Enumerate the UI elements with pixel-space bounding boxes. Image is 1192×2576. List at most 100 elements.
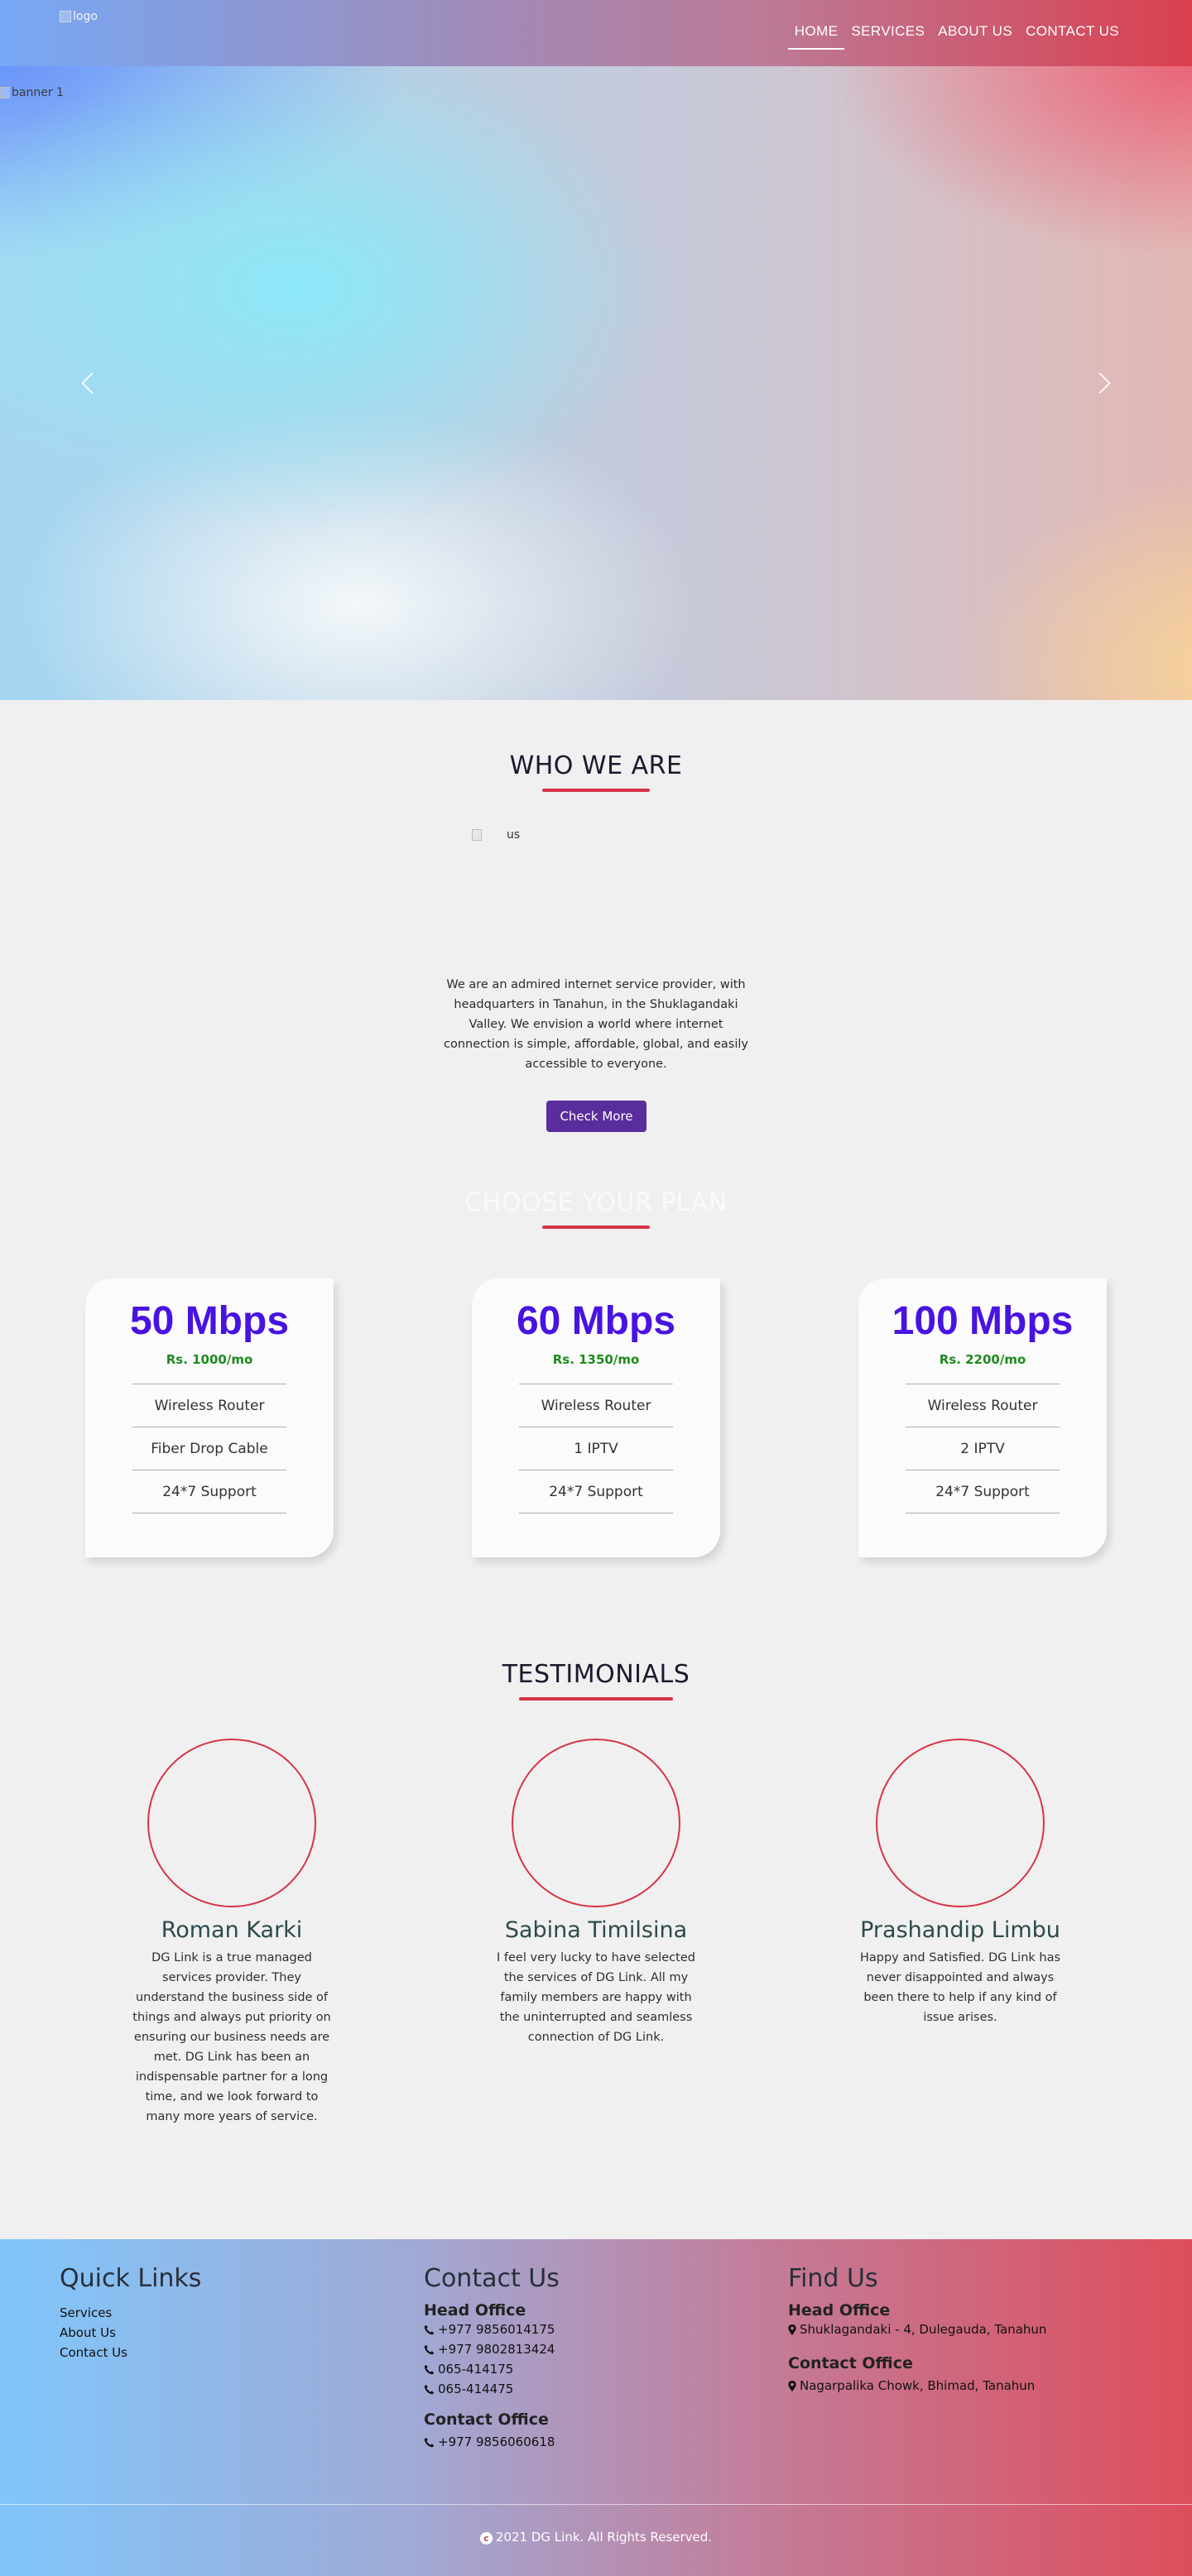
- nav-services[interactable]: SERVICES: [844, 23, 931, 50]
- testimonial-text: Happy and Satisfied. DG Link has never d…: [859, 1951, 1061, 2024]
- phone-icon: [424, 2364, 435, 2375]
- plan-card[interactable]: 100 Mbps Rs. 2200/mo Wireless Router 2 I…: [858, 1278, 1107, 1557]
- avatar: [147, 1739, 316, 1907]
- title-underline: [519, 1697, 673, 1701]
- plan-feature: 24*7 Support: [906, 1470, 1060, 1513]
- phone-number: 065-414175: [438, 2362, 514, 2377]
- main-nav: HOME SERVICES ABOUT US CONTACT US: [787, 23, 1126, 50]
- footer-link-services[interactable]: Services: [60, 2303, 201, 2323]
- check-more-button[interactable]: Check More: [546, 1101, 646, 1132]
- logo[interactable]: logo: [60, 10, 98, 23]
- banner-image: banner 1: [0, 86, 64, 99]
- phone-icon: [424, 2344, 435, 2355]
- footer-link-about-us[interactable]: About Us: [60, 2323, 201, 2343]
- contact-office-label: Contact Office: [788, 2354, 913, 2372]
- title-underline: [542, 1226, 650, 1229]
- phone-icon: [424, 2384, 435, 2395]
- plans-section: CHOOSE YOUR PLAN 50 Mbps Rs. 1000/mo Wir…: [0, 1180, 1192, 1660]
- plan-card[interactable]: 50 Mbps Rs. 1000/mo Wireless Router Fibe…: [85, 1278, 334, 1557]
- testimonial-name: Roman Karki: [161, 1917, 303, 1943]
- plan-speed: 50 Mbps: [129, 1299, 290, 1343]
- phone-number: 065-414475: [438, 2382, 514, 2396]
- plan-feature: Wireless Router: [132, 1384, 286, 1427]
- find-us: Find Us Head Office Shuklagandaki - 4, D…: [788, 2264, 1046, 2396]
- phone-row[interactable]: +977 9856060618: [424, 2432, 560, 2452]
- plan-feature: 24*7 Support: [519, 1470, 673, 1513]
- plan-speed: 100 Mbps: [892, 1299, 1074, 1343]
- testimonial-text: DG Link is a true managed services provi…: [132, 1951, 331, 2123]
- plan-features: Wireless Router 1 IPTV 24*7 Support: [519, 1384, 673, 1513]
- testimonials-section: TESTIMONIALS Roman Karki DG Link is a tr…: [0, 1660, 1192, 2239]
- broken-image-icon: [0, 87, 10, 98]
- hero-carousel: banner 1: [0, 66, 1192, 700]
- phone-icon: [424, 2324, 435, 2335]
- chevron-left-icon[interactable]: [76, 371, 103, 396]
- plan-feature: Fiber Drop Cable: [132, 1427, 286, 1470]
- head-office-label: Head Office: [788, 2301, 891, 2319]
- address-row: Nagarpalika Chowk, Bhimad, Tanahun: [788, 2376, 1046, 2396]
- testimonial-card: Roman Karki DG Link is a true managed se…: [112, 1739, 352, 2127]
- address-text: Nagarpalika Chowk, Bhimad, Tanahun: [800, 2378, 1036, 2393]
- find-us-title: Find Us: [788, 2264, 878, 2293]
- phone-row[interactable]: 065-414175: [424, 2359, 560, 2379]
- testimonial-card: Prashandip Limbu Happy and Satisfied. DG…: [840, 1739, 1080, 2027]
- plan-price: Rs. 1000/mo: [166, 1352, 253, 1367]
- plan-feature: 1 IPTV: [519, 1427, 673, 1470]
- footer: Quick Links Services About Us Contact Us…: [0, 2239, 1192, 2576]
- phone-number: +977 9856060618: [438, 2434, 555, 2449]
- phone-row[interactable]: 065-414475: [424, 2379, 560, 2399]
- quick-links: Quick Links Services About Us Contact Us: [60, 2264, 201, 2363]
- nav-home[interactable]: HOME: [787, 23, 845, 50]
- copyright-bar: c 2021 DG Link. All Rights Reserved.: [0, 2504, 1192, 2545]
- plan-feature: 2 IPTV: [906, 1427, 1060, 1470]
- testimonial-card: Sabina Timilsina I feel very lucky to ha…: [476, 1739, 716, 2047]
- nav-about-us[interactable]: ABOUT US: [931, 23, 1019, 50]
- broken-image-icon: [472, 829, 482, 841]
- testimonial-name: Sabina Timilsina: [504, 1917, 688, 1943]
- map-marker-icon: [788, 2324, 796, 2335]
- testimonial-text: I feel very lucky to have selected the s…: [497, 1951, 695, 2044]
- map-marker-icon: [788, 2381, 796, 2391]
- testimonials-title: TESTIMONIALS: [502, 1660, 690, 1689]
- about-image: us: [472, 828, 520, 842]
- footer-link-contact-us[interactable]: Contact Us: [60, 2343, 201, 2363]
- copyright-icon: c: [479, 2532, 493, 2545]
- plan-features: Wireless Router 2 IPTV 24*7 Support: [906, 1384, 1060, 1513]
- plan-card[interactable]: 60 Mbps Rs. 1350/mo Wireless Router 1 IP…: [472, 1278, 720, 1557]
- phone-row[interactable]: +977 9802813424: [424, 2339, 560, 2359]
- plans-title: CHOOSE YOUR PLAN: [464, 1188, 728, 1217]
- avatar: [876, 1739, 1045, 1907]
- address-text: Shuklagandaki - 4, Dulegauda, Tanahun: [800, 2322, 1047, 2337]
- contact-office-label: Contact Office: [424, 2411, 549, 2429]
- broken-image-icon: [60, 11, 71, 22]
- plan-feature: Wireless Router: [906, 1384, 1060, 1427]
- title-underline: [542, 789, 650, 792]
- testimonial-name: Prashandip Limbu: [860, 1917, 1060, 1943]
- who-we-are-title: WHO WE ARE: [509, 751, 683, 780]
- head-office-label: Head Office: [424, 2301, 526, 2319]
- phone-icon: [424, 2437, 435, 2448]
- phone-number: +977 9856014175: [438, 2322, 555, 2337]
- nav-contact-us[interactable]: CONTACT US: [1019, 23, 1126, 50]
- plan-feature: 24*7 Support: [132, 1470, 286, 1513]
- contact-us-title: Contact Us: [424, 2264, 560, 2293]
- about-description: We are an admired internet service provi…: [443, 978, 748, 1071]
- plan-feature: Wireless Router: [519, 1384, 673, 1427]
- phone-row[interactable]: +977 9856014175: [424, 2319, 560, 2339]
- navbar: logo HOME SERVICES ABOUT US CONTACT US: [0, 0, 1192, 66]
- plan-speed: 60 Mbps: [516, 1299, 676, 1343]
- avatar: [512, 1739, 680, 1907]
- copyright-text: 2021 DG Link. All Rights Reserved.: [495, 2530, 713, 2545]
- about-image-alt: us: [507, 828, 521, 842]
- plan-price: Rs. 1350/mo: [552, 1352, 640, 1367]
- phone-number: +977 9802813424: [438, 2342, 555, 2357]
- plan-price: Rs. 2200/mo: [939, 1352, 1026, 1367]
- logo-alt-text: logo: [73, 10, 98, 23]
- contact-us: Contact Us Head Office +977 9856014175 +…: [424, 2264, 560, 2452]
- address-row: Shuklagandaki - 4, Dulegauda, Tanahun: [788, 2319, 1046, 2339]
- chevron-right-icon[interactable]: [1089, 371, 1118, 396]
- who-we-are-section: WHO WE ARE us We are an admired internet…: [0, 700, 1192, 1180]
- quick-links-title: Quick Links: [60, 2264, 202, 2293]
- banner-alt-text: banner 1: [12, 86, 64, 99]
- plan-features: Wireless Router Fiber Drop Cable 24*7 Su…: [132, 1384, 286, 1513]
